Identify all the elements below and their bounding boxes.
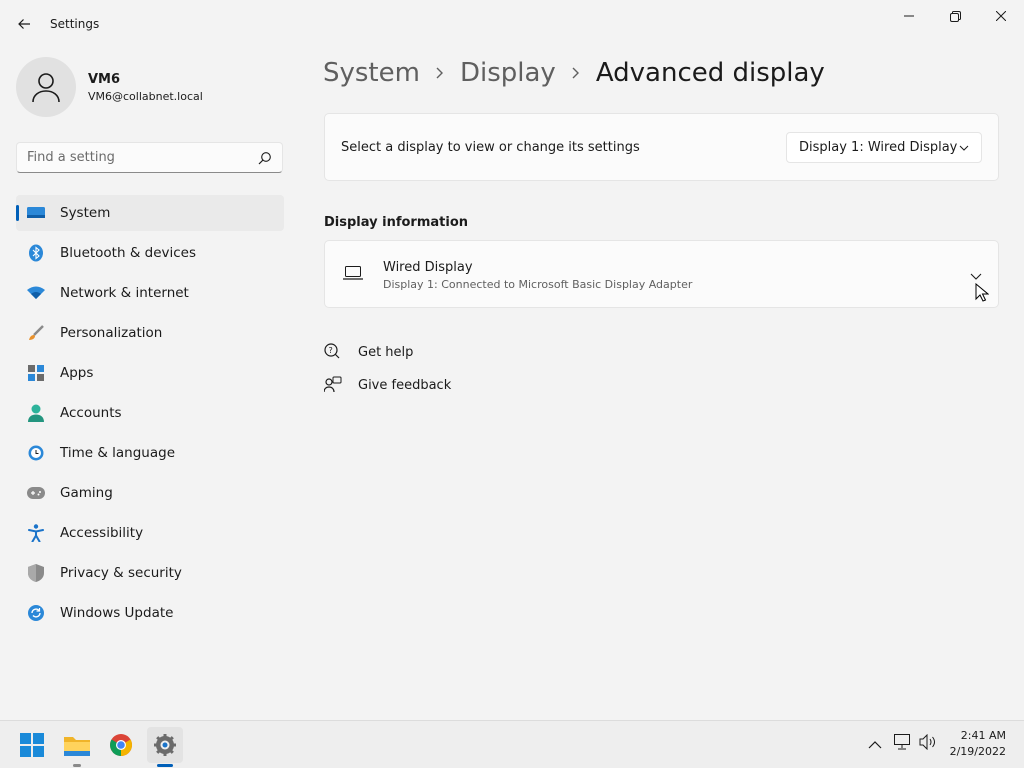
running-indicator	[73, 764, 81, 767]
close-icon	[996, 11, 1006, 21]
chevron-right-icon	[436, 63, 444, 84]
shield-icon	[26, 563, 46, 583]
display-select-card: Select a display to view or change its s…	[324, 113, 999, 181]
display-select-label: Select a display to view or change its s…	[341, 140, 640, 155]
sidebar-item-label: Time & language	[60, 445, 176, 461]
sidebar-item-label: Accounts	[60, 405, 122, 421]
section-title: Display information	[324, 215, 469, 230]
update-icon	[26, 603, 46, 623]
search-icon[interactable]	[258, 151, 272, 165]
search-input[interactable]	[27, 150, 258, 165]
brush-icon	[26, 323, 46, 343]
sidebar-nav: System Bluetooth & devices Network & int…	[16, 195, 284, 635]
sidebar-item-label: Apps	[60, 365, 94, 381]
volume-icon[interactable]	[919, 733, 937, 754]
svg-text:?: ?	[329, 346, 333, 355]
system-clock[interactable]: 2:41 AM 2/19/2022	[950, 728, 1006, 760]
sidebar-item-label: Accessibility	[60, 525, 144, 541]
clock-time: 2:41 AM	[960, 729, 1006, 742]
sidebar-item-label: Windows Update	[60, 605, 174, 621]
chevron-up-icon[interactable]	[868, 735, 882, 754]
sidebar-item-time-language[interactable]: Time & language	[16, 435, 284, 471]
breadcrumb: System Display Advanced display	[323, 58, 825, 88]
chevron-right-icon	[572, 63, 580, 84]
sidebar-item-network[interactable]: Network & internet	[16, 275, 284, 311]
user-profile[interactable]: VM6 VM6@collabnet.local	[16, 57, 203, 117]
help-icon: ?	[324, 343, 340, 359]
restore-button[interactable]	[932, 0, 978, 32]
sidebar-item-privacy-security[interactable]: Privacy & security	[16, 555, 284, 591]
chevron-down-icon	[959, 145, 969, 151]
mouse-cursor-icon	[975, 282, 990, 307]
network-icon[interactable]	[894, 734, 912, 754]
taskbar-chrome[interactable]	[103, 727, 139, 763]
get-help-link[interactable]: ? Get help	[324, 343, 413, 361]
sidebar-item-accessibility[interactable]: Accessibility	[16, 515, 284, 551]
taskbar: 2:41 AM 2/19/2022	[0, 720, 1024, 768]
give-feedback-label: Give feedback	[358, 377, 452, 393]
active-indicator	[157, 764, 173, 767]
profile-email: VM6@collabnet.local	[88, 89, 203, 103]
search-box[interactable]	[16, 142, 283, 173]
back-button[interactable]	[12, 12, 36, 36]
clock-date: 2/19/2022	[949, 745, 1006, 758]
start-icon	[20, 733, 44, 757]
breadcrumb-display[interactable]: Display	[460, 58, 556, 88]
display-info-card[interactable]: Wired Display Display 1: Connected to Mi…	[324, 240, 999, 308]
minimize-button[interactable]	[886, 0, 932, 32]
start-button[interactable]	[14, 727, 50, 763]
sidebar-item-personalization[interactable]: Personalization	[16, 315, 284, 351]
taskbar-file-explorer[interactable]	[59, 727, 95, 767]
sidebar-item-windows-update[interactable]: Windows Update	[16, 595, 284, 631]
sidebar-item-gaming[interactable]: Gaming	[16, 475, 284, 511]
sidebar-item-label: Privacy & security	[60, 565, 182, 581]
sidebar-item-accounts[interactable]: Accounts	[16, 395, 284, 431]
settings-icon	[154, 734, 176, 756]
accessibility-icon	[26, 523, 46, 543]
apps-icon	[26, 363, 46, 383]
sidebar-item-bluetooth[interactable]: Bluetooth & devices	[16, 235, 284, 271]
chrome-icon	[110, 734, 132, 756]
clock-globe-icon	[26, 443, 46, 463]
wifi-icon	[26, 283, 46, 303]
give-feedback-link[interactable]: Give feedback	[324, 376, 451, 394]
sidebar-item-label: Personalization	[60, 325, 163, 341]
file-explorer-icon	[64, 737, 90, 756]
sidebar-item-label: Bluetooth & devices	[60, 245, 197, 261]
display-dropdown[interactable]: Display 1: Wired Display	[786, 132, 982, 163]
feedback-icon	[324, 376, 342, 393]
sidebar-item-label: System	[60, 205, 111, 221]
sidebar-item-label: Gaming	[60, 485, 113, 501]
accounts-icon	[26, 403, 46, 423]
sidebar-item-system[interactable]: System	[16, 195, 284, 231]
sidebar-item-label: Network & internet	[60, 285, 189, 301]
page-title: Advanced display	[595, 58, 825, 88]
close-button[interactable]	[978, 0, 1024, 32]
laptop-icon	[343, 265, 363, 284]
get-help-label: Get help	[358, 344, 414, 360]
display-info-title: Wired Display	[383, 260, 473, 275]
taskbar-settings[interactable]	[147, 727, 183, 767]
breadcrumb-system[interactable]: System	[323, 58, 420, 88]
system-icon	[26, 203, 46, 223]
display-dropdown-value: Display 1: Wired Display	[799, 140, 958, 155]
display-info-subtitle: Display 1: Connected to Microsoft Basic …	[383, 278, 693, 291]
sidebar-item-apps[interactable]: Apps	[16, 355, 284, 391]
back-arrow-icon	[18, 19, 30, 29]
title-bar: Settings	[0, 0, 1024, 48]
profile-name: VM6	[88, 71, 121, 87]
restore-icon	[949, 10, 961, 22]
avatar	[16, 57, 76, 117]
bluetooth-icon	[26, 243, 46, 263]
minimize-icon	[904, 15, 914, 17]
app-title: Settings	[50, 17, 100, 31]
gamepad-icon	[26, 483, 46, 503]
user-icon	[32, 73, 60, 103]
